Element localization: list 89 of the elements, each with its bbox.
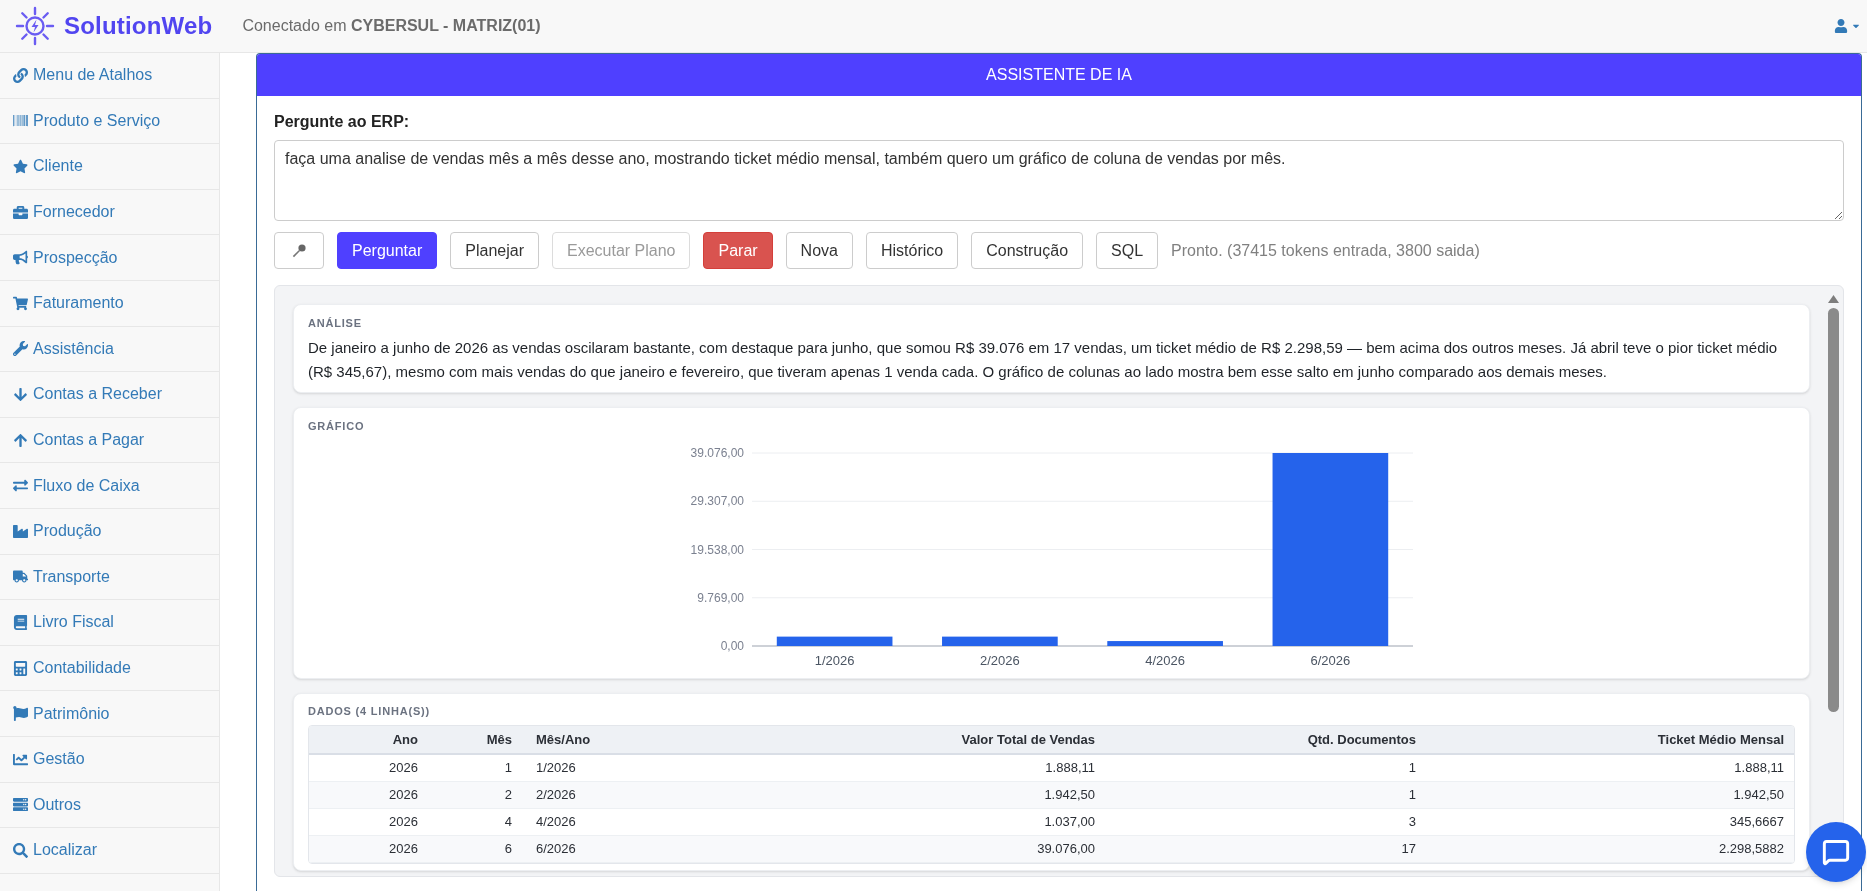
- sidebar-item[interactable]: Patrimônio: [0, 691, 219, 737]
- sidebar-item[interactable]: Faturamento: [0, 280, 219, 327]
- table-cell: 2/2026: [524, 782, 764, 809]
- action-button[interactable]: Planejar: [450, 232, 539, 269]
- y-axis-label: 0,00: [720, 639, 744, 653]
- sidebar-item[interactable]: Prospecção: [0, 235, 219, 281]
- status-text: Pronto. (37415 tokens entrada, 3800 saida): [1171, 240, 1480, 261]
- calculator-icon: [13, 660, 28, 676]
- sidebar-item[interactable]: Gestão: [0, 736, 219, 783]
- microphone-icon: [291, 242, 307, 259]
- megaphone-icon: [13, 250, 28, 266]
- sidebar-item[interactable]: Produto e Serviço: [0, 98, 219, 145]
- barcode-icon: [13, 113, 28, 129]
- column-header: Valor Total de Vendas: [764, 726, 1107, 755]
- table-cell: 1.942,50: [1428, 782, 1794, 809]
- user-menu-button[interactable]: [1834, 19, 1861, 33]
- table-cell: 17: [1107, 836, 1428, 863]
- section-label: GRÁFICO: [308, 419, 366, 433]
- column-header: Mês: [430, 726, 524, 755]
- brand-name[interactable]: SolutionWeb: [64, 8, 213, 44]
- sidebar-item[interactable]: Fluxo de Caixa: [0, 463, 219, 509]
- swap-arrows-icon: [13, 478, 28, 494]
- sidebar-item[interactable]: Produção: [0, 508, 219, 555]
- panel-title: ASSISTENTE DE IA: [257, 54, 1861, 96]
- table-cell: 39.076,00: [764, 836, 1107, 863]
- wrench-icon: [13, 341, 28, 357]
- section-label: DADOS (4 LINHA(S)): [308, 704, 431, 718]
- chat-bubble-icon: [1822, 838, 1850, 866]
- factory-icon: [13, 523, 28, 539]
- scroll-up-icon[interactable]: [1828, 295, 1839, 303]
- table-cell: 2: [430, 782, 524, 809]
- y-axis-label: 29.307,00: [690, 494, 744, 509]
- action-button[interactable]: Construção: [971, 232, 1084, 269]
- sidebar-item[interactable]: Menu de Atalhos: [0, 53, 219, 99]
- table-cell: 6: [430, 836, 524, 863]
- table-cell: 6/2026: [524, 836, 764, 863]
- arrow-down-icon: [13, 386, 28, 402]
- sidebar-item[interactable]: Fornecedor: [0, 189, 219, 236]
- action-button[interactable]: Parar: [703, 232, 773, 269]
- action-button[interactable]: SQL: [1096, 232, 1159, 269]
- table-cell: 2026: [309, 836, 430, 863]
- column-header: Ano: [309, 726, 430, 755]
- column-header: Ticket Médio Mensal: [1428, 726, 1794, 755]
- table-cell: 2026: [309, 782, 430, 809]
- analysis-text: De janeiro a junho de 2026 as vendas oscilaram bastante, com destaque para junho, que somou R$ 39.076 em 17 vendas, um ticket médio de R$ 2.298,59 — bem acima dos outros meses. Já abril teve o pior ticket médio (R$ 345,67), mesmo com mais vendas do que janeiro e fevereiro, que tiveram apenas 1 venda cada. O gráfico de colunas ao lado mostra bem esse salto em junho comparado aos demais meses.: [308, 338, 1779, 382]
- connection-text: Conectado em CYBERSUL - MATRIZ(01): [242, 16, 541, 36]
- line-chart-icon: [13, 751, 28, 767]
- star-icon: [13, 159, 28, 174]
- sidebar-item[interactable]: Cliente: [0, 144, 219, 190]
- x-axis-label: 1/2026: [814, 653, 855, 668]
- logo-icon: [14, 5, 56, 47]
- column-header: Mês/Ano: [524, 726, 764, 755]
- action-button[interactable]: Perguntar: [337, 232, 438, 269]
- cart-icon: [13, 295, 28, 311]
- column-header: Qtd. Documentos: [1107, 726, 1428, 755]
- y-axis-label: 9.769,00: [697, 590, 744, 605]
- table-cell: 1.942,50: [764, 782, 1107, 809]
- briefcase-icon: [13, 204, 28, 220]
- table-cell: 1: [1107, 782, 1428, 809]
- truck-icon: [13, 569, 28, 585]
- user-icon: [1834, 19, 1848, 33]
- sidebar-item[interactable]: Outros: [0, 782, 219, 829]
- prompt-label: Pergunte ao ERP:: [274, 113, 411, 131]
- y-axis-label: 19.538,00: [690, 542, 744, 557]
- book-icon: [13, 614, 28, 630]
- table-cell: 2.298,5882: [1428, 836, 1794, 863]
- arrow-up-icon: [13, 432, 28, 448]
- x-axis-label: 2/2026: [980, 653, 1020, 668]
- link-icon: [13, 67, 28, 83]
- search-icon: [13, 842, 28, 858]
- sidebar-item[interactable]: Livro Fiscal: [0, 600, 219, 646]
- scrollbar-thumb[interactable]: [1828, 308, 1839, 712]
- chat-button[interactable]: [1806, 822, 1866, 882]
- stacked-bars-icon: [13, 797, 28, 813]
- sidebar-item[interactable]: Contas a Pagar: [0, 417, 219, 464]
- question-field[interactable]: faça uma analise de vendas mês a mês desse ano, mostrando ticket médio mensal, também quero um gráfico de coluna de vendas por mês.: [274, 140, 1844, 221]
- sidebar-item[interactable]: Localizar: [0, 828, 219, 874]
- y-axis-label: 39.076,00: [690, 446, 744, 460]
- x-axis-label: 6/2026: [1310, 653, 1351, 668]
- section-label: ANÁLISE: [308, 316, 363, 330]
- sidebar-item[interactable]: Contabilidade: [0, 645, 219, 692]
- sidebar-item[interactable]: Assistência: [0, 326, 219, 373]
- action-button[interactable]: Nova: [785, 232, 853, 269]
- sidebar-item[interactable]: Transporte: [0, 554, 219, 601]
- sidebar-item[interactable]: Contas a Receber: [0, 372, 219, 418]
- flag-icon: [13, 706, 28, 722]
- x-axis-label: 4/2026: [1145, 653, 1185, 668]
- microphone-button[interactable]: [274, 232, 324, 269]
- action-button[interactable]: Histórico: [865, 232, 959, 269]
